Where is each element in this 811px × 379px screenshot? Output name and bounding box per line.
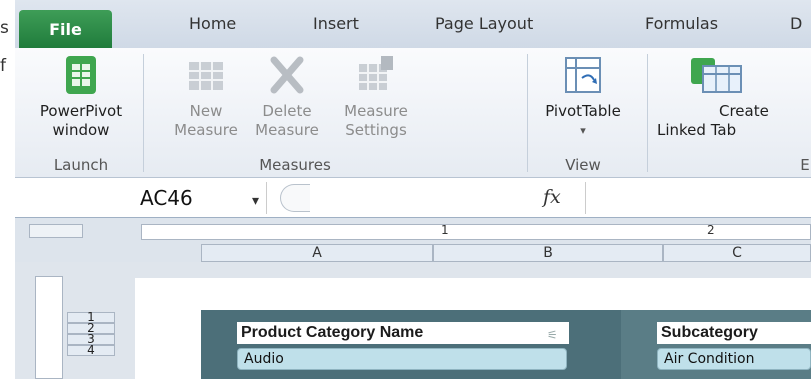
- powerpivot-icon: [66, 56, 96, 94]
- group-separator: [527, 54, 528, 172]
- group-separator: [647, 54, 648, 172]
- formula-divider: [585, 182, 586, 214]
- row-header-4[interactable]: 4: [67, 344, 115, 356]
- slicer-product-category[interactable]: Product Category Name ⚟ Audio: [201, 310, 621, 379]
- clear-filter-icon[interactable]: ⚟: [547, 328, 558, 342]
- button-label: Delete: [262, 102, 312, 120]
- group-label-measures: Measures: [259, 156, 331, 174]
- linked-table-icon: [691, 58, 742, 93]
- group-label-next: E: [800, 156, 810, 174]
- button-label: window: [52, 121, 110, 139]
- formula-bar: AC46: [15, 178, 811, 218]
- pivottable-button[interactable]: PivotTable ▾: [531, 52, 635, 152]
- tab-data[interactable]: D: [790, 14, 802, 33]
- name-box[interactable]: AC46: [15, 182, 267, 214]
- ruler-corner: [29, 224, 83, 238]
- background-text: f: [0, 56, 6, 76]
- slicer-item[interactable]: Air Condition: [657, 348, 811, 370]
- group-label-view: View: [565, 156, 601, 174]
- tab-page-layout[interactable]: Page Layout: [435, 14, 533, 33]
- slicer-item[interactable]: Audio: [237, 348, 567, 370]
- vertical-ruler: [35, 276, 63, 379]
- new-measure-icon: [189, 62, 223, 90]
- ribbon: PowerPivot window Launch New Measure Del: [15, 48, 811, 178]
- ribbon-tab-strip: File Home Insert Page Layout Formulas D: [15, 0, 811, 50]
- chevron-down-icon: ▾: [580, 124, 586, 137]
- slicer-subcategory[interactable]: Subcategory Air Condition: [621, 310, 811, 379]
- group-separator: [143, 54, 144, 172]
- button-label: Settings: [345, 121, 407, 139]
- tab-formulas[interactable]: Formulas: [645, 14, 718, 33]
- delete-measure-button[interactable]: Delete Measure: [247, 52, 327, 152]
- new-measure-button[interactable]: New Measure: [171, 52, 241, 152]
- slicer-title: Product Category Name: [237, 322, 569, 344]
- slicer-title: Subcategory: [657, 322, 811, 344]
- column-header-a[interactable]: A: [201, 244, 433, 262]
- button-label: PowerPivot: [39, 102, 123, 120]
- background-text: s: [0, 18, 9, 38]
- tab-home[interactable]: Home: [189, 14, 236, 33]
- ruler-mark: 2: [707, 223, 715, 237]
- delete-icon: [270, 56, 304, 94]
- formula-bar-divider: [280, 184, 310, 212]
- insert-function-icon[interactable]: fx: [543, 186, 561, 208]
- tab-insert[interactable]: Insert: [313, 14, 359, 33]
- create-linked-table-button[interactable]: Create Linked Tab: [651, 52, 811, 152]
- group-label-launch: Launch: [53, 156, 109, 174]
- button-label: Create: [719, 102, 769, 120]
- button-label: Measure: [174, 121, 238, 139]
- ruler-mark: 1: [441, 223, 449, 237]
- button-label: Linked Tab: [657, 121, 737, 139]
- excel-window: File Home Insert Page Layout Formulas D …: [15, 0, 811, 379]
- column-header-b[interactable]: B: [433, 244, 663, 262]
- measure-settings-icon: [359, 56, 393, 90]
- measure-settings-button[interactable]: Measure Settings: [333, 52, 419, 152]
- button-label: Measure: [255, 121, 319, 139]
- pivottable-icon: [565, 57, 601, 93]
- powerpivot-window-button[interactable]: PowerPivot window: [25, 52, 137, 152]
- button-label: Measure: [344, 102, 408, 120]
- button-label: New: [189, 102, 223, 120]
- tab-file[interactable]: File: [19, 10, 112, 50]
- button-label: PivotTable: [545, 102, 621, 120]
- name-box-dropdown-icon[interactable]: ▾: [252, 192, 259, 209]
- column-header-c[interactable]: C: [663, 244, 811, 262]
